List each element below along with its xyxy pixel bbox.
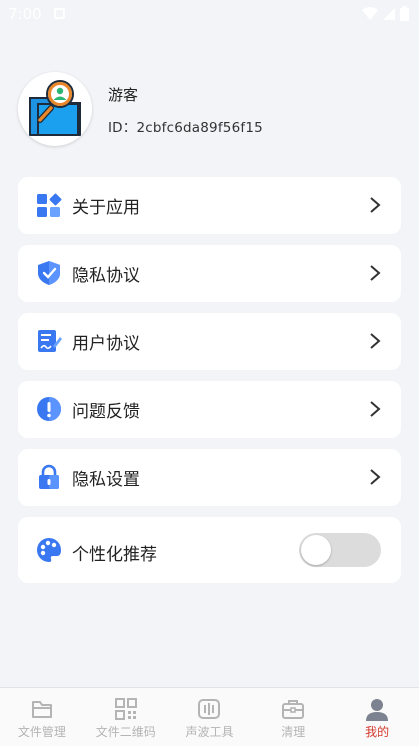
- chevron-right-icon: [370, 333, 381, 349]
- menu-item-label: 隐私协议: [72, 266, 140, 286]
- qr-code-icon: [114, 698, 137, 720]
- shield-check-icon: [38, 261, 60, 285]
- wifi-icon: [362, 6, 378, 20]
- menu-item-privacy-policy[interactable]: 隐私协议: [18, 245, 401, 302]
- menu-item-about-app[interactable]: 关于应用: [18, 177, 401, 234]
- menu-item-label: 隐私设置: [72, 470, 140, 490]
- exclamation-circle-icon: [37, 397, 61, 421]
- menu-item-label: 问题反馈: [72, 402, 140, 422]
- menu-item-user-agreement[interactable]: 用户协议: [18, 313, 401, 370]
- app-grid-icon: [37, 193, 62, 217]
- user-id: ID：2cbfc6da89f56f15: [108, 120, 263, 136]
- nav-file-manager[interactable]: 文件管理: [0, 688, 84, 746]
- nav-mine[interactable]: 我的: [335, 688, 419, 746]
- avatar[interactable]: [18, 72, 92, 146]
- bottom-nav: 文件管理 文件二维码 声波工具 清理 我的: [0, 687, 419, 746]
- folder-icon: [31, 701, 52, 718]
- status-bar: 7:00: [0, 0, 419, 28]
- menu-item-feedback[interactable]: 问题反馈: [18, 381, 401, 438]
- username: 游客: [108, 86, 139, 104]
- toolbox-icon: [282, 700, 305, 719]
- nav-clean[interactable]: 清理: [251, 688, 335, 746]
- folder-search-icon: [29, 80, 81, 136]
- chevron-right-icon: [370, 469, 381, 485]
- user-icon: [366, 699, 389, 721]
- nav-label: 文件管理: [17, 725, 66, 739]
- signal-icon: [383, 7, 395, 20]
- personalized-recommendation-toggle[interactable]: [299, 533, 381, 567]
- nav-file-qrcode[interactable]: 文件二维码: [84, 688, 168, 746]
- nav-label: 我的: [365, 725, 390, 739]
- menu-item-label: 个性化推荐: [72, 545, 157, 565]
- palette-icon: [37, 538, 61, 562]
- battery-icon: [400, 6, 409, 21]
- menu-item-label: 用户协议: [72, 334, 140, 354]
- menu-item-personalized-recommendation: 个性化推荐: [18, 517, 401, 583]
- padlock-icon: [39, 464, 59, 489]
- chevron-right-icon: [370, 401, 381, 417]
- chevron-right-icon: [370, 265, 381, 281]
- nav-label: 声波工具: [185, 725, 234, 739]
- nav-soundwave-tool[interactable]: 声波工具: [168, 688, 252, 746]
- status-indicators: [362, 6, 409, 21]
- status-time: 7:00: [8, 5, 42, 23]
- profile-header: 游客 ID：2cbfc6da89f56f15: [18, 72, 401, 148]
- menu-item-privacy-settings[interactable]: 隐私设置: [18, 449, 401, 506]
- notification-icon: [54, 8, 65, 19]
- chevron-right-icon: [370, 197, 381, 213]
- document-sign-icon: [38, 330, 62, 352]
- toggle-knob: [301, 535, 331, 565]
- nav-label: 文件二维码: [95, 725, 156, 739]
- menu-item-label: 关于应用: [72, 198, 140, 218]
- profile-screen: 7:00 游客 ID：2cbfc6da89f56f15 关于应用 隐私协议 用户…: [0, 0, 419, 746]
- nav-label: 清理: [281, 725, 306, 739]
- soundwave-icon: [198, 699, 221, 719]
